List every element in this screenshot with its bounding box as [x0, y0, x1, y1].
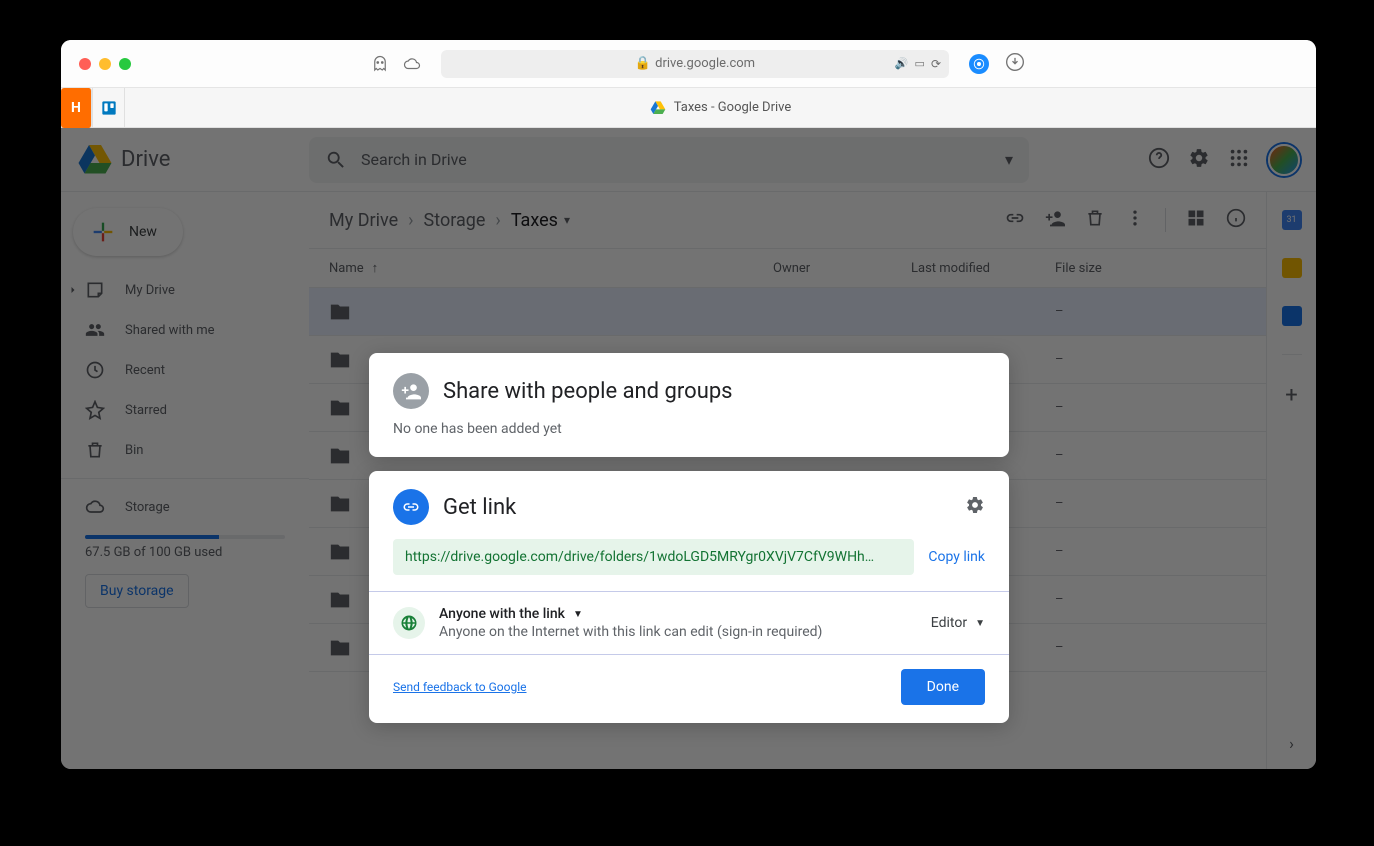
- pinned-tab-trello[interactable]: [93, 88, 125, 128]
- link-settings-icon[interactable]: [965, 495, 985, 519]
- done-button[interactable]: Done: [901, 669, 985, 705]
- toolbar-right-icons: ⦿: [969, 52, 1025, 76]
- pinned-tab-hn[interactable]: H: [61, 88, 93, 128]
- globe-icon: [393, 607, 425, 639]
- lock-icon: 🔒: [635, 56, 651, 71]
- reload-icon[interactable]: ⟳: [931, 57, 941, 71]
- drive-icon: [650, 100, 666, 116]
- pinned-tabs: H: [61, 88, 125, 128]
- toolbar-left-icons: [371, 55, 421, 73]
- ghost-icon[interactable]: [371, 55, 389, 73]
- minimize-window-button[interactable]: [99, 58, 111, 70]
- browser-tabbar: H Taxes - Google Drive: [61, 88, 1316, 128]
- modal-container: Share with people and groups No one has …: [369, 353, 1009, 737]
- share-modal: Share with people and groups No one has …: [369, 353, 1009, 457]
- tab-title: Taxes - Google Drive: [674, 100, 792, 115]
- chevron-down-icon: ▼: [573, 609, 583, 620]
- chevron-down-icon: ▼: [975, 618, 985, 629]
- cloud-icon[interactable]: [403, 55, 421, 73]
- access-scope: Anyone with the link ▼ Anyone on the Int…: [439, 606, 931, 640]
- share-modal-title: Share with people and groups: [443, 379, 733, 404]
- access-scope-selector[interactable]: Anyone with the link ▼: [439, 606, 931, 622]
- link-row: https://drive.google.com/drive/folders/1…: [369, 539, 1009, 591]
- maximize-window-button[interactable]: [119, 58, 131, 70]
- browser-window: 🔒 drive.google.com 🔊 ▭ ⟳ ⦿ H Taxes - Goo…: [61, 40, 1316, 769]
- drive-app: Drive Search in Drive ▾ New: [61, 128, 1316, 769]
- get-link-modal: Get link https://drive.google.com/drive/…: [369, 471, 1009, 723]
- pip-icon[interactable]: ▭: [915, 57, 925, 70]
- downloads-icon[interactable]: [1005, 52, 1025, 76]
- share-modal-subtitle: No one has been added yet: [369, 421, 1009, 457]
- feedback-link[interactable]: Send feedback to Google: [393, 680, 527, 694]
- link-modal-header: Get link: [369, 471, 1009, 539]
- address-bar-right: 🔊 ▭ ⟳: [895, 57, 941, 71]
- copy-link-button[interactable]: Copy link: [928, 549, 985, 565]
- role-selector[interactable]: Editor ▼: [931, 615, 985, 631]
- address-bar[interactable]: 🔒 drive.google.com 🔊 ▭ ⟳: [441, 50, 949, 78]
- link-icon: [393, 489, 429, 525]
- browser-titlebar: 🔒 drive.google.com 🔊 ▭ ⟳ ⦿: [61, 40, 1316, 88]
- audio-icon[interactable]: 🔊: [895, 57, 909, 70]
- onepassword-icon[interactable]: ⦿: [969, 54, 989, 74]
- link-modal-footer: Send feedback to Google Done: [369, 655, 1009, 723]
- close-window-button[interactable]: [79, 58, 91, 70]
- url-text: drive.google.com: [655, 56, 755, 71]
- share-link-field[interactable]: https://drive.google.com/drive/folders/1…: [393, 539, 914, 575]
- active-tab[interactable]: Taxes - Google Drive: [125, 100, 1316, 116]
- window-controls: [79, 58, 131, 70]
- share-people-icon: [393, 373, 429, 409]
- access-row: Anyone with the link ▼ Anyone on the Int…: [369, 591, 1009, 655]
- share-modal-header: Share with people and groups: [369, 353, 1009, 421]
- link-modal-title: Get link: [443, 495, 965, 520]
- access-description: Anyone on the Internet with this link ca…: [439, 624, 931, 640]
